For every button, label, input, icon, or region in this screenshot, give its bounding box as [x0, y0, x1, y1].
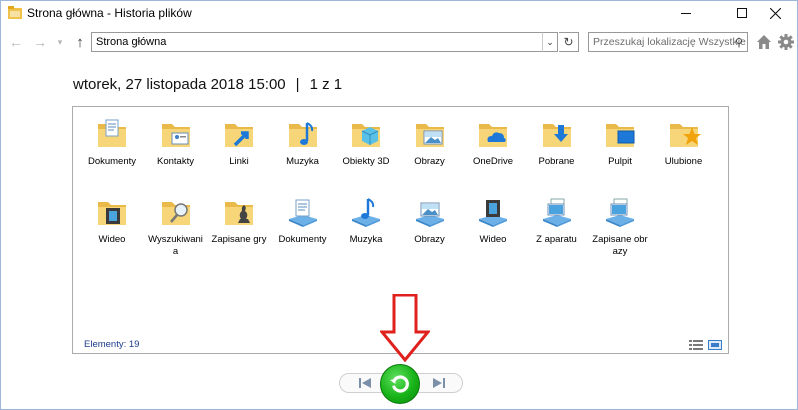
file-item[interactable]: Dokumenty [84, 117, 140, 168]
folder-pictures-icon [415, 124, 444, 147]
search-icon: ⚲ [734, 37, 743, 49]
file-item[interactable]: Muzyka [275, 117, 331, 168]
recent-locations-button[interactable]: ▾ [51, 33, 69, 51]
library-documents-icon [288, 199, 317, 227]
file-item[interactable]: Zapisane gry [211, 195, 267, 246]
file-item-label: Zapisane obrazy [592, 234, 648, 257]
search-input[interactable]: Przeszukaj lokalizację Wszystkie ⚲ [588, 32, 748, 52]
file-item-label: Ulubione [664, 156, 703, 167]
folder-3d-objects-icon [352, 124, 380, 147]
heading-separator: | [295, 76, 300, 93]
gear-icon[interactable] [777, 33, 795, 51]
file-item-label: Wyszukiwania [148, 234, 203, 257]
title-bar: Strona główna - Historia plików [1, 1, 797, 25]
file-item[interactable]: Obrazy [402, 195, 458, 246]
folder-searches-icon [161, 202, 190, 225]
folder-desktop-icon [606, 124, 635, 147]
folder-onedrive-icon [479, 124, 507, 147]
window-title: Strona główna - Historia plików [27, 6, 192, 20]
item-count-status: Elementy: 19 [84, 339, 140, 350]
folder-links-icon [225, 124, 253, 147]
navigation-bar: ← → ▾ ↑ Strona główna ⌄ ↻ Przeszukaj lok… [1, 29, 797, 55]
file-item-label: Zapisane gry [211, 234, 267, 245]
file-item[interactable]: Muzyka [338, 195, 394, 246]
file-item-label: Muzyka [349, 234, 383, 245]
search-placeholder: Przeszukaj lokalizację Wszystkie [593, 36, 746, 48]
close-icon [770, 7, 781, 19]
arrow-left-icon: ← [9, 34, 23, 50]
file-item[interactable]: OneDrive [465, 117, 521, 168]
previous-version-button[interactable] [358, 377, 372, 389]
folder-favorites-icon [669, 124, 701, 147]
file-item-label: Wideo [98, 234, 126, 245]
file-item[interactable]: Ulubione [656, 117, 712, 168]
file-item[interactable]: Wyszukiwania [148, 195, 204, 257]
next-version-button[interactable] [432, 377, 446, 389]
file-item-label: Dokumenty [278, 234, 327, 245]
folder-documents-icon [98, 119, 126, 147]
address-dropdown-button[interactable]: ⌄ [542, 32, 558, 52]
file-item[interactable]: Wideo [84, 195, 140, 246]
file-item[interactable]: Kontakty [148, 117, 204, 168]
home-icon[interactable] [755, 33, 773, 51]
details-view-icon[interactable] [689, 337, 703, 350]
up-button[interactable]: ↑ [71, 33, 89, 51]
library-camera-roll-icon [542, 198, 571, 227]
address-bar[interactable]: Strona główna [91, 32, 558, 52]
file-item[interactable]: Z aparatu [529, 195, 585, 246]
large-icons-view-icon[interactable] [708, 337, 722, 350]
refresh-icon: ↻ [563, 35, 574, 49]
file-item-label: Obrazy [414, 156, 445, 167]
minimize-button[interactable] [663, 1, 708, 25]
folder-videos-icon [98, 202, 126, 225]
file-item[interactable]: Wideo [465, 195, 521, 246]
close-button[interactable] [753, 1, 798, 25]
snapshot-counter: 1 z 1 [309, 76, 343, 93]
minimize-icon [680, 12, 691, 14]
arrow-up-icon: ↑ [76, 33, 84, 51]
maximize-icon [736, 8, 747, 18]
back-button[interactable]: ← [7, 33, 25, 51]
file-item[interactable]: Obrazy [402, 117, 458, 168]
file-item-label: Dokumenty [87, 156, 137, 167]
file-item-label: OneDrive [472, 156, 514, 167]
chevron-down-icon: ⌄ [546, 36, 554, 47]
file-item-label: Linki [229, 156, 249, 167]
folder-contacts-icon [161, 124, 190, 147]
file-item-label: Z aparatu [536, 234, 577, 245]
file-item[interactable]: Dokumenty [275, 195, 331, 246]
file-item-label: Muzyka [286, 156, 319, 167]
arrow-right-icon: → [33, 34, 47, 50]
refresh-button[interactable]: ↻ [559, 32, 579, 52]
forward-button[interactable]: → [31, 33, 49, 51]
file-item[interactable]: Obiekty 3D [338, 117, 394, 168]
folder-downloads-icon [542, 124, 571, 147]
restore-button[interactable] [380, 364, 420, 404]
file-item-label: Obiekty 3D [342, 156, 390, 167]
file-item-label: Kontakty [157, 156, 194, 167]
view-switcher [689, 337, 722, 350]
file-item-label: Pulpit [608, 156, 632, 167]
file-item-label: Wideo [479, 234, 507, 245]
folder-saved-games-icon [225, 202, 253, 225]
annotation-arrow-icon [380, 294, 430, 362]
chevron-down-icon: ▾ [57, 36, 63, 47]
file-item[interactable]: Pobrane [529, 117, 585, 168]
library-music-icon [352, 198, 380, 227]
library-pictures-icon [415, 202, 444, 227]
file-item-label: Obrazy [414, 234, 445, 245]
file-item[interactable]: Pulpit [592, 117, 648, 168]
snapshot-date: wtorek, 27 listopada 2018 15:00 [73, 76, 286, 93]
library-saved-pictures-icon [606, 198, 634, 227]
restore-icon [390, 375, 409, 393]
folder-app-icon [8, 6, 22, 19]
snapshot-heading: wtorek, 27 listopada 2018 15:00 | 1 z 1 [73, 76, 342, 93]
file-item[interactable]: Zapisane obrazy [592, 195, 648, 257]
file-item-label: Pobrane [538, 156, 575, 167]
library-videos-icon [479, 200, 507, 227]
file-history-window: Strona główna - Historia plików ← → ▾ ↑ … [0, 0, 798, 410]
file-item[interactable]: Linki [211, 117, 267, 168]
folder-music-icon [288, 122, 317, 147]
